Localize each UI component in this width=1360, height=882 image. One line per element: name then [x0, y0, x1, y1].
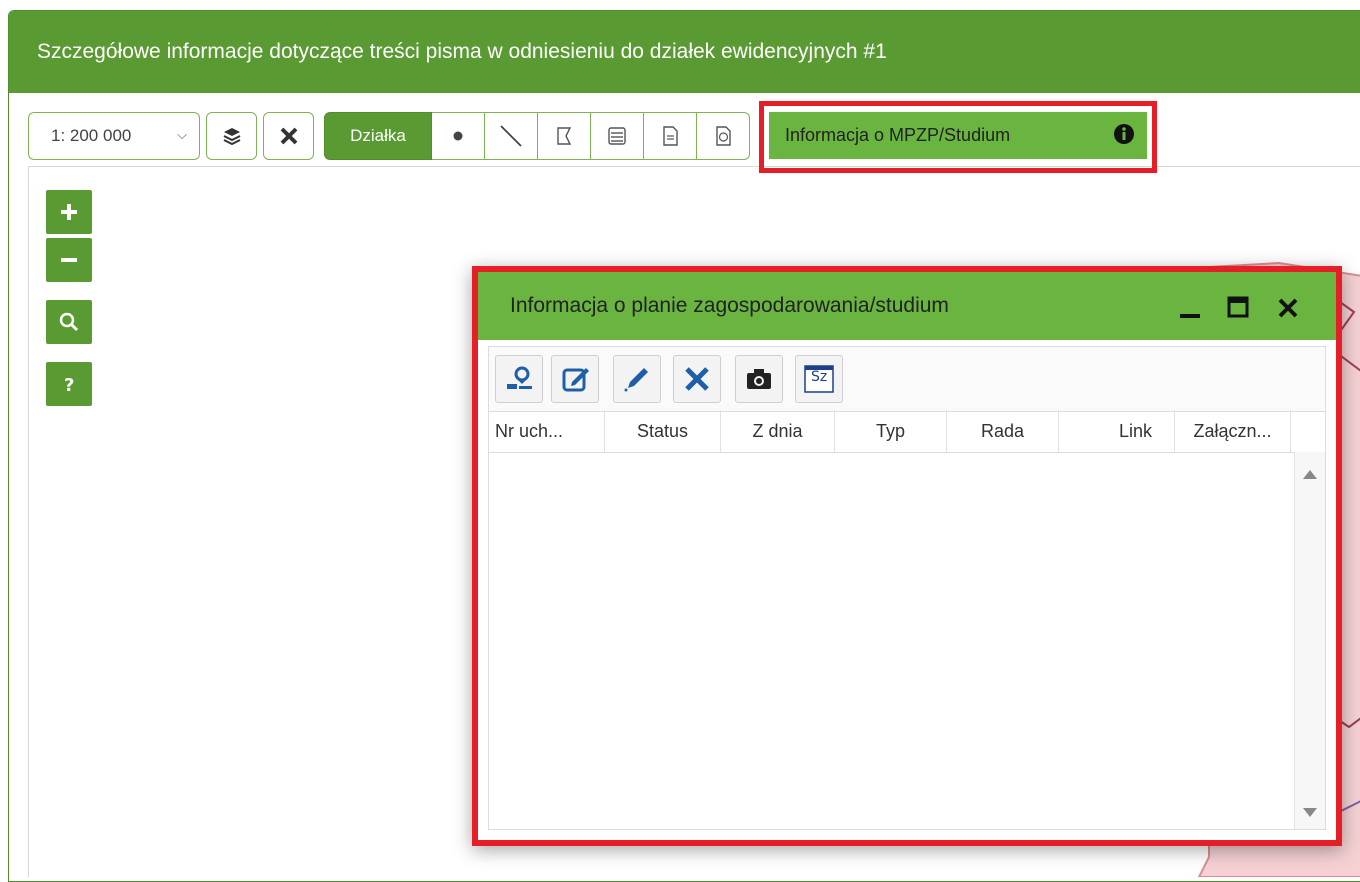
zoom-search-button[interactable]	[46, 300, 92, 344]
table-header: Nr uch... Status Z dnia Typ Rada Link Za…	[489, 410, 1325, 453]
scroll-up-icon[interactable]	[1303, 470, 1317, 479]
maximize-button[interactable]	[1226, 292, 1250, 325]
column-header-nr[interactable]: Nr uch...	[489, 410, 605, 452]
scale-value: 1: 200 000	[51, 126, 132, 145]
sz-label: Sz	[811, 369, 828, 385]
parcel-button[interactable]: Działka	[324, 112, 432, 160]
column-header-status[interactable]: Status	[605, 410, 721, 452]
magnifier-icon	[59, 312, 79, 332]
column-header-link[interactable]: Link	[1059, 410, 1175, 452]
drawing-tools-group: Działka	[324, 112, 750, 160]
line-tool-button[interactable]	[485, 112, 538, 160]
help-button[interactable]: ?	[46, 362, 92, 406]
svg-text:?: ?	[64, 375, 74, 394]
vertical-scrollbar[interactable]	[1294, 452, 1325, 829]
delete-button[interactable]	[673, 355, 721, 403]
code-file-icon	[716, 126, 731, 146]
column-header-date[interactable]: Z dnia	[721, 410, 835, 452]
zoom-out-button[interactable]	[46, 238, 92, 282]
zoom-in-button[interactable]	[46, 190, 92, 234]
table-icon	[608, 127, 626, 145]
camera-icon	[747, 369, 771, 389]
close-icon	[1278, 298, 1298, 318]
close-dialog-button[interactable]	[1276, 292, 1300, 325]
minimize-icon	[1180, 314, 1200, 318]
panel-title: Szczegółowe informacje dotyczące treści …	[9, 11, 1360, 93]
chevron-down-icon: ⌵	[177, 127, 187, 142]
line-icon	[500, 125, 522, 147]
point-icon	[453, 131, 463, 141]
edit-icon	[562, 368, 589, 392]
locate-parcel-button[interactable]	[495, 355, 543, 403]
draw-button[interactable]	[613, 355, 661, 403]
screenshot-button[interactable]	[735, 355, 783, 403]
maximize-icon	[1227, 296, 1249, 318]
close-icon	[280, 127, 297, 145]
dialog-titlebar[interactable]: Informacja o planie zagospodarowania/stu…	[478, 272, 1336, 340]
export-tool-button[interactable]	[697, 112, 750, 160]
mpzp-label: Informacja o MPZP/Studium	[785, 125, 1011, 145]
polygon-icon	[557, 127, 572, 145]
pencil-icon	[624, 368, 648, 392]
minimize-button[interactable]	[1178, 292, 1202, 325]
minus-icon	[61, 258, 77, 262]
clear-button[interactable]	[263, 112, 314, 160]
dialog-toolbar: Sz	[488, 346, 1326, 412]
mpzp-highlight: Informacja o MPZP/Studium	[759, 101, 1157, 173]
dialog-title: Informacja o planie zagospodarowania/stu…	[510, 294, 949, 317]
edit-button[interactable]	[551, 355, 599, 403]
plus-icon	[61, 204, 77, 220]
plan-table: Nr uch... Status Z dnia Typ Rada Link Za…	[488, 410, 1326, 830]
document-tool-button[interactable]	[644, 112, 697, 160]
locate-parcel-icon	[507, 366, 532, 389]
scale-select[interactable]: 1: 200 000 ⌵	[28, 112, 200, 160]
polygon-tool-button[interactable]	[538, 112, 591, 160]
layers-icon	[223, 128, 240, 146]
layers-button[interactable]	[206, 112, 257, 160]
map-toolbar: 1: 200 000 ⌵ Działka Informacja o MPZP/S…	[28, 101, 1360, 173]
question-icon: ?	[64, 375, 74, 394]
table-tool-button[interactable]	[591, 112, 644, 160]
document-icon	[663, 126, 678, 146]
column-header-council[interactable]: Rada	[947, 410, 1059, 452]
column-header-attachments[interactable]: Załączn...	[1175, 410, 1291, 452]
column-header-type[interactable]: Typ	[835, 410, 947, 452]
info-icon	[1114, 124, 1134, 144]
point-tool-button[interactable]	[432, 112, 485, 160]
scroll-down-icon[interactable]	[1303, 808, 1317, 817]
delete-icon	[685, 367, 709, 391]
plan-info-dialog: Informacja o planie zagospodarowania/stu…	[472, 266, 1342, 846]
sz-button[interactable]: Sz	[795, 355, 843, 403]
mpzp-info-button[interactable]: Informacja o MPZP/Studium	[769, 112, 1147, 159]
